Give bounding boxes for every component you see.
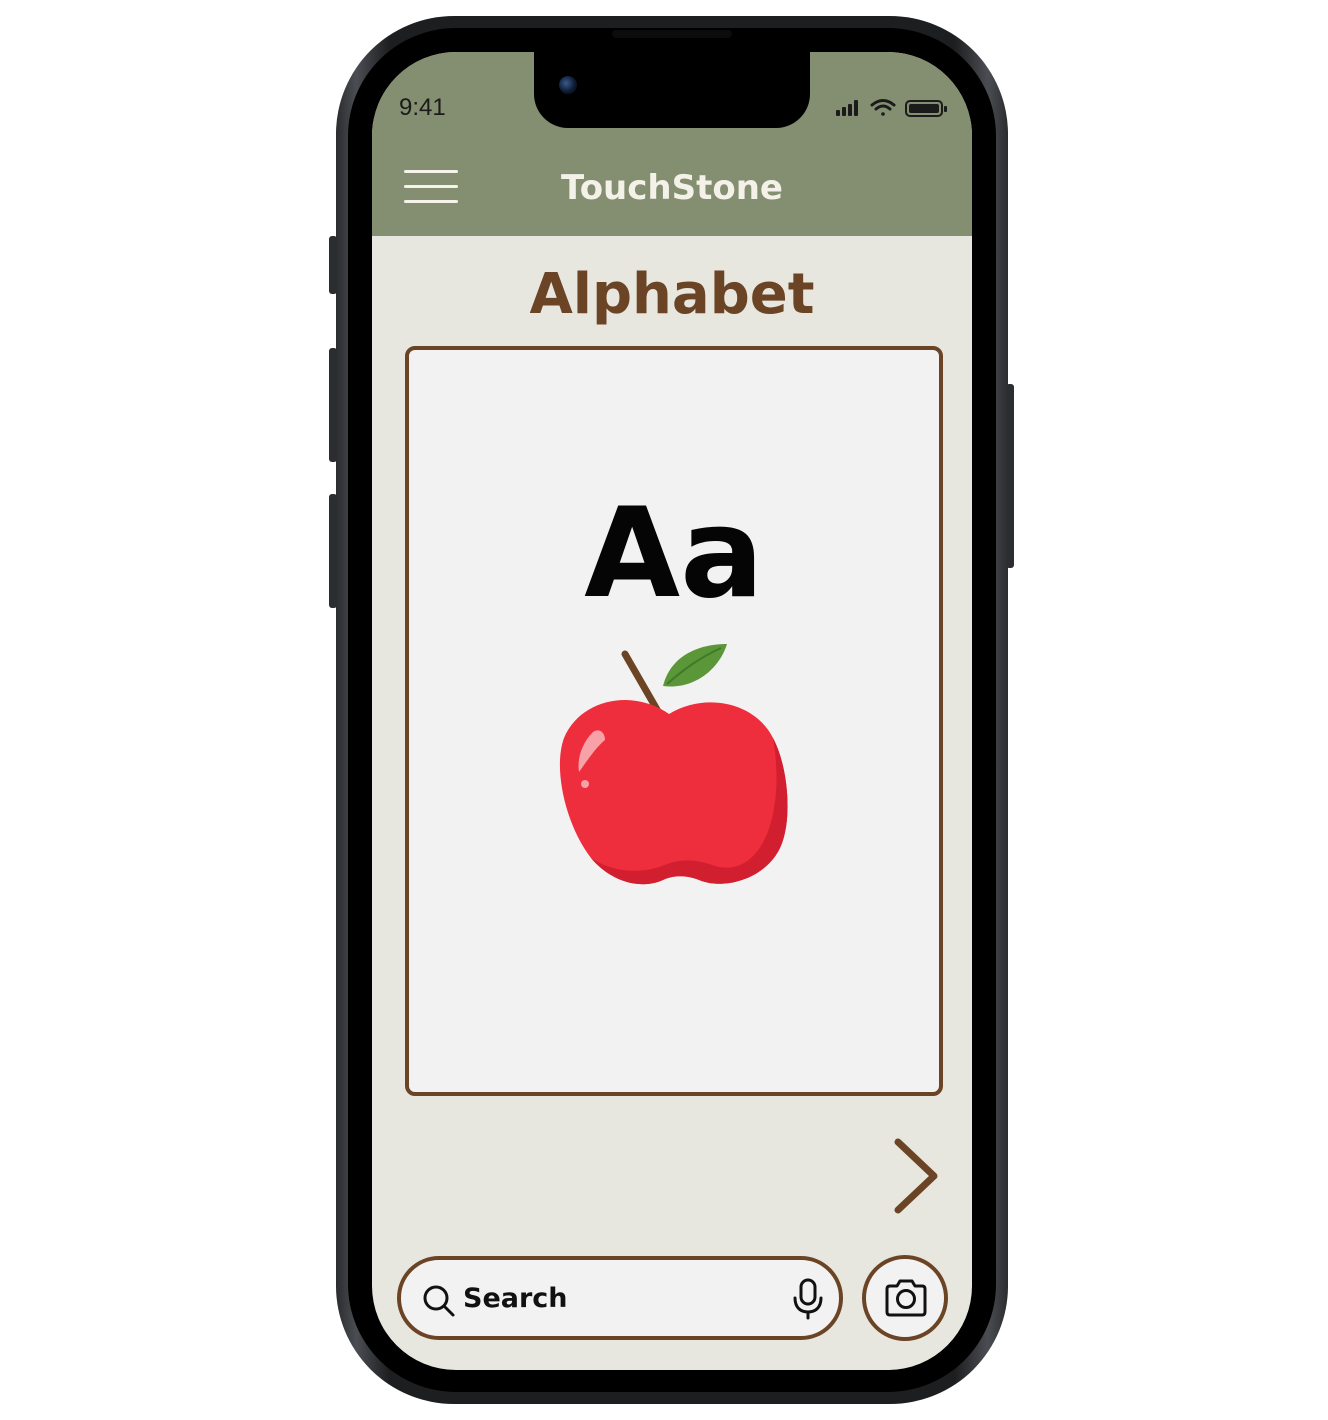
search-input[interactable]: Search bbox=[397, 1256, 843, 1340]
flashcard-letter: Aa bbox=[584, 482, 764, 626]
app-header: 9:41 TouchStone bbox=[372, 52, 972, 236]
earpiece-speaker bbox=[612, 30, 732, 38]
status-icons bbox=[836, 99, 947, 117]
status-time: 9:41 bbox=[399, 94, 446, 121]
wifi-icon bbox=[870, 99, 896, 116]
battery-icon bbox=[905, 100, 947, 117]
camera-button[interactable] bbox=[862, 1255, 948, 1341]
display-notch bbox=[534, 52, 810, 128]
magnifier-icon bbox=[423, 1285, 455, 1317]
stage: 9:41 TouchStone Alphabet Aa Search bbox=[0, 0, 1328, 1420]
front-camera bbox=[559, 76, 577, 94]
flashcard[interactable]: Aa bbox=[405, 346, 943, 1096]
search-placeholder: Search bbox=[463, 1283, 568, 1314]
chevron-right-icon[interactable] bbox=[888, 1136, 944, 1216]
microphone-icon[interactable] bbox=[791, 1278, 825, 1320]
page-title: Alphabet bbox=[529, 262, 815, 327]
app-title: TouchStone bbox=[561, 168, 783, 208]
signal-icon bbox=[836, 100, 858, 116]
apple-illustration bbox=[559, 644, 788, 885]
app-screen: 9:41 TouchStone Alphabet Aa Search bbox=[372, 52, 972, 1370]
phone-frame: 9:41 TouchStone Alphabet Aa Search bbox=[336, 16, 1008, 1404]
camera-icon bbox=[885, 1279, 927, 1317]
